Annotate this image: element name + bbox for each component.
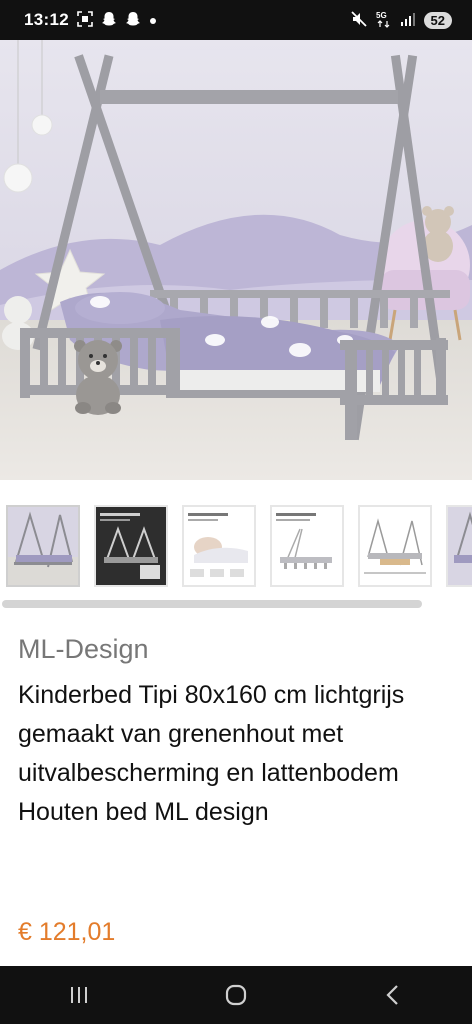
gallery-scrollbar[interactable] (0, 600, 472, 608)
thumbnail-4[interactable] (270, 505, 344, 587)
product-main-image[interactable] (0, 40, 472, 480)
tipi-bed-photo (0, 40, 472, 480)
back-icon (386, 985, 399, 1005)
battery-icon: 52 (423, 11, 452, 29)
thumbnail-gallery (0, 505, 472, 595)
status-left: 13:12 (24, 10, 157, 30)
5g-icon: 5G (376, 10, 392, 31)
recent-apps-button[interactable] (49, 975, 109, 1015)
back-button[interactable] (363, 975, 423, 1015)
thumbnail-2[interactable] (94, 505, 168, 587)
product-brand[interactable]: ML-Design (18, 634, 149, 665)
thumbnail-3[interactable] (182, 505, 256, 587)
screenshot-icon (77, 10, 93, 30)
thumbnail-6[interactable] (446, 505, 472, 587)
home-icon (225, 984, 247, 1006)
dot-icon (149, 13, 157, 28)
battery-level: 52 (430, 12, 445, 28)
recent-apps-icon (70, 987, 87, 1003)
product-title: Kinderbed Tipi 80x160 cm lichtgrijs gema… (18, 681, 405, 826)
mute-icon (350, 10, 368, 31)
gallery-scrollbar-thumb[interactable] (2, 600, 422, 608)
product-price: € 121,01 (18, 918, 116, 946)
status-time: 13:12 (24, 10, 69, 29)
home-button[interactable] (206, 975, 266, 1015)
status-bar: 13:12 5G 52 (0, 0, 472, 40)
snapchat-ghost-icon (101, 11, 117, 30)
signal-icon (400, 11, 416, 30)
thumbnail-5[interactable] (358, 505, 432, 587)
status-right: 5G 52 (350, 10, 452, 31)
svg-text:5G: 5G (376, 11, 387, 20)
snapchat-ghost-icon-2 (125, 11, 141, 30)
thumbnail-1[interactable] (6, 505, 80, 587)
system-navigation-bar (0, 966, 472, 1024)
